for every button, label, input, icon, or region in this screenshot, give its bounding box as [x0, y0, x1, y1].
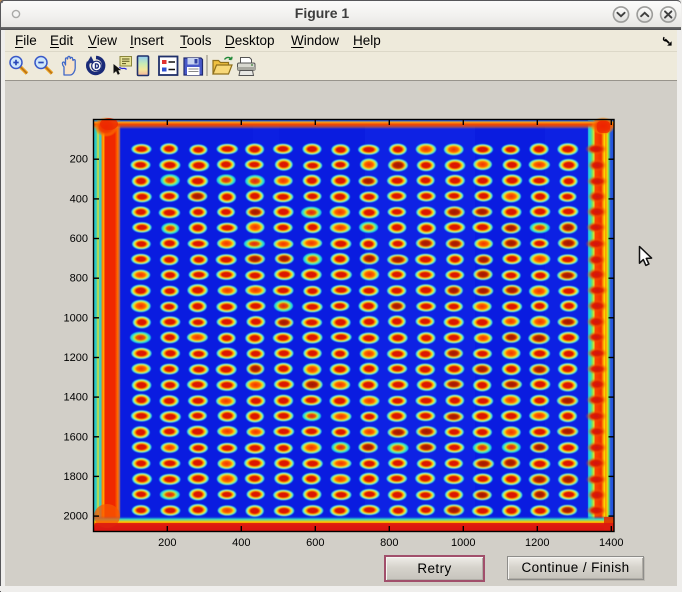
svg-text:800: 800: [70, 273, 88, 285]
svg-text:1000: 1000: [64, 312, 88, 324]
svg-text:200: 200: [70, 154, 88, 166]
svg-text:600: 600: [70, 233, 88, 245]
svg-text:1600: 1600: [64, 431, 88, 443]
svg-text:1400: 1400: [64, 392, 88, 404]
svg-text:1800: 1800: [64, 471, 88, 483]
svg-text:1400: 1400: [599, 537, 623, 549]
svg-text:400: 400: [232, 537, 250, 549]
svg-text:1200: 1200: [64, 352, 88, 364]
svg-text:1200: 1200: [525, 537, 549, 549]
svg-text:800: 800: [380, 537, 398, 549]
svg-text:600: 600: [306, 537, 324, 549]
svg-text:1000: 1000: [451, 537, 475, 549]
svg-text:400: 400: [70, 193, 88, 205]
svg-text:2000: 2000: [64, 511, 88, 523]
svg-text:200: 200: [158, 537, 176, 549]
